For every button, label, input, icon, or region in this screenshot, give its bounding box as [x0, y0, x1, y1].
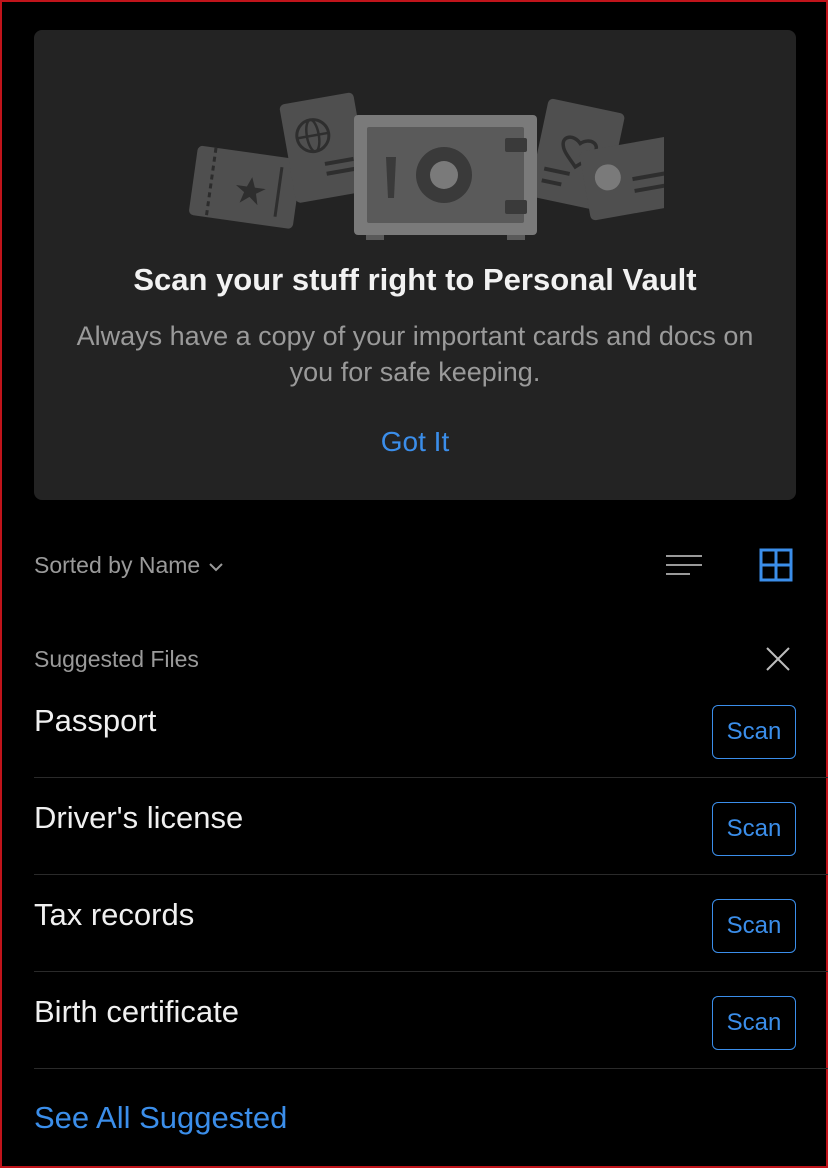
vault-safe-icon [354, 115, 537, 240]
personal-vault-illustration [189, 92, 664, 240]
see-all-suggested-link[interactable]: See All Suggested [34, 1100, 287, 1136]
list-item-tax-records: Tax records Scan [34, 875, 828, 972]
sort-toolbar: Sorted by Name [34, 546, 796, 586]
list-view-icon[interactable] [664, 550, 704, 580]
chevron-down-icon [209, 563, 223, 572]
grid-view-icon[interactable] [759, 548, 793, 582]
list-item-birth-certificate: Birth certificate Scan [34, 972, 828, 1069]
list-item-drivers-license: Driver's license Scan [34, 778, 828, 875]
scan-button[interactable]: Scan [712, 802, 796, 856]
close-icon[interactable] [764, 645, 792, 673]
scan-button[interactable]: Scan [712, 705, 796, 759]
list-item-label: Driver's license [34, 800, 244, 835]
personal-vault-promo-card: Scan your stuff right to Personal Vault … [34, 30, 796, 500]
list-item-passport: Passport Scan [34, 681, 828, 778]
promo-description: Always have a copy of your important car… [76, 321, 754, 387]
list-item-label: Tax records [34, 897, 195, 932]
got-it-button[interactable]: Got It [34, 426, 796, 458]
ticket-icon [189, 145, 302, 229]
sort-label: Sorted by Name [34, 552, 201, 578]
promo-title: Scan your stuff right to Personal Vault [133, 262, 697, 297]
scan-button[interactable]: Scan [712, 899, 796, 953]
list-item-label: Birth certificate [34, 994, 240, 1029]
sort-dropdown[interactable]: Sorted by Name [34, 552, 224, 579]
list-item-label: Passport [34, 703, 157, 738]
suggested-files-title: Suggested Files [34, 646, 199, 672]
scan-button[interactable]: Scan [712, 996, 796, 1050]
